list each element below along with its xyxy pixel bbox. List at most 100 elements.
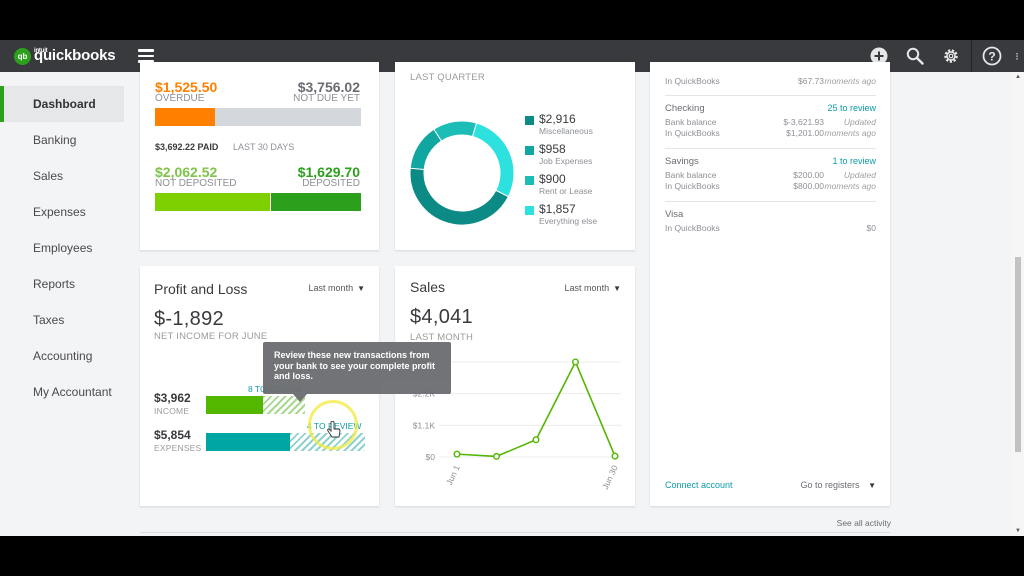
expenses-card[interactable]: LAST QUARTER $2,916 Miscellaneous $958 Job …	[395, 62, 635, 250]
sidebar-item-expenses[interactable]: Expenses	[0, 194, 138, 230]
legend-swatch	[525, 146, 534, 155]
deposited-bar[interactable]	[271, 193, 361, 211]
sidebar-item-taxes[interactable]: Taxes	[0, 302, 138, 338]
bank-row-top: In QuickBooks $67.73 moments ago	[665, 76, 876, 86]
savings-bank-balance: Bank balance $200.00 Updated	[665, 170, 876, 180]
legend-value: $958	[539, 142, 566, 156]
sales-point-0[interactable]	[453, 450, 461, 458]
page-scrollbar[interactable]: ▲ ▼	[1012, 72, 1024, 536]
legend-swatch	[525, 116, 534, 125]
help-icon: ?	[982, 46, 1002, 66]
hand-cursor-icon	[327, 421, 341, 438]
hamburger-menu-icon[interactable]	[138, 49, 154, 63]
scrollbar-thumb[interactable]	[1015, 257, 1021, 452]
sales-amount: $4,041	[410, 306, 473, 328]
legend-swatch	[525, 176, 534, 185]
search-button[interactable]	[897, 40, 933, 72]
scroll-down-arrow-icon[interactable]: ▼	[1015, 528, 1021, 534]
bank-accounts-card: In QuickBooks $67.73 moments ago Checkin…	[650, 62, 890, 506]
expenses-label: EXPENSES	[154, 443, 202, 453]
not-due-bar[interactable]	[215, 108, 361, 126]
legend-label: Job Expenses	[539, 156, 593, 166]
sidebar-item-accounting[interactable]: Accounting	[0, 338, 138, 374]
svg-text:?: ?	[988, 50, 995, 64]
not-due-label: NOT DUE YET	[293, 93, 360, 104]
legend-label: Miscellaneous	[539, 126, 593, 136]
expenses-donut-chart	[409, 120, 515, 226]
sales-point-4[interactable]	[611, 452, 619, 460]
sales-point-2[interactable]	[532, 436, 540, 444]
legend-value: $1,857	[539, 202, 576, 216]
x-tick-label: Jun 1	[444, 463, 462, 486]
expenses-bar[interactable]	[206, 433, 290, 451]
see-all-activity-link[interactable]: See all activity	[837, 518, 891, 528]
sales-point-1[interactable]	[492, 452, 500, 460]
not-deposited-bar[interactable]	[155, 193, 270, 211]
legend-label: Everything else	[539, 216, 598, 226]
checking-bank-balance: Bank balance $-3,621.93 Updated	[665, 117, 876, 127]
gear-icon	[944, 49, 958, 63]
visa-account-name[interactable]: Visa	[665, 209, 683, 220]
sidebar-item-my-accountant[interactable]: My Accountant	[0, 374, 138, 410]
more-icon[interactable]: ⁝	[1010, 40, 1024, 72]
profit-loss-period-dropdown[interactable]: Last month ▼	[309, 283, 365, 293]
sidebar-item-reports[interactable]: Reports	[0, 266, 138, 302]
y-tick-label: $0	[426, 452, 436, 462]
profit-loss-title: Profit and Loss	[154, 281, 248, 297]
not-deposited-label: NOT DEPOSITED	[155, 178, 237, 189]
letterbox-top	[0, 0, 1024, 40]
donut-slice-miscellaneous[interactable]	[409, 167, 510, 226]
savings-qb-balance: In QuickBooks $800.00 moments ago	[665, 181, 876, 191]
header-divider	[971, 40, 972, 72]
caret-down-icon: ▼	[868, 481, 876, 490]
review-tooltip: Review these new transactions from your …	[263, 342, 451, 402]
visa-qb-balance: In QuickBooks $0	[665, 223, 876, 233]
net-income-caption: NET INCOME FOR JUNE	[154, 331, 268, 342]
letterbox-bottom	[0, 536, 1024, 576]
settings-button[interactable]	[933, 40, 969, 72]
scroll-up-arrow-icon[interactable]: ▲	[1015, 74, 1021, 80]
savings-account-name[interactable]: Savings	[665, 156, 699, 167]
intuit-label: intuit	[34, 48, 48, 54]
checking-review-link[interactable]: 25 to review	[827, 103, 876, 113]
sales-period-dropdown[interactable]: Last month ▼	[565, 283, 621, 293]
legend-label: Rent or Lease	[539, 186, 593, 196]
donut-slice-job-expenses[interactable]	[409, 128, 443, 171]
checking-qb-balance: In QuickBooks $1,201.00 moments ago	[665, 128, 876, 138]
quickbooks-app: qb intuit quickbooks ? ⁝ Dashboard Banki…	[0, 40, 1024, 536]
sidebar-item-banking[interactable]: Banking	[0, 122, 138, 158]
sales-title: Sales	[410, 279, 446, 295]
sidebar-item-employees[interactable]: Employees	[0, 230, 138, 266]
overdue-label: OVERDUE	[155, 93, 205, 104]
activity-divider	[140, 532, 890, 533]
help-button[interactable]: ?	[974, 40, 1010, 72]
x-tick-label: Jun 30	[600, 463, 620, 491]
quickbooks-logo[interactable]: qb intuit quickbooks	[14, 47, 116, 65]
go-to-registers-dropdown[interactable]: Go to registers ▼	[801, 480, 876, 490]
expenses-period-caption: LAST QUARTER	[410, 72, 485, 83]
sidebar: Dashboard Banking Sales Expenses Employe…	[0, 72, 138, 536]
paid-period: LAST 30 DAYS	[233, 142, 295, 152]
legend-swatch	[525, 206, 534, 215]
sidebar-item-dashboard[interactable]: Dashboard	[0, 86, 124, 122]
sidebar-item-sales[interactable]: Sales	[0, 158, 138, 194]
connect-account-link[interactable]: Connect account	[665, 480, 733, 490]
overdue-bar[interactable]	[155, 108, 215, 126]
expenses-amount: $5,854	[154, 428, 191, 442]
donut-slice-everything-else[interactable]	[471, 122, 515, 198]
qb-logo-icon: qb	[14, 47, 31, 65]
net-income-amount: $-1,892	[154, 308, 224, 330]
search-icon	[906, 47, 924, 65]
savings-review-link[interactable]: 1 to review	[832, 156, 876, 166]
legend-value: $2,916	[539, 112, 576, 126]
income-bar[interactable]	[206, 396, 263, 414]
invoices-card[interactable]: $1,525.50 OVERDUE $3,756.02 NOT DUE YET …	[140, 62, 379, 250]
donut-slice-rent-or-lease[interactable]	[433, 120, 478, 142]
income-amount: $3,962	[154, 391, 191, 405]
sales-point-3[interactable]	[571, 358, 579, 366]
y-tick-label: $1.1K	[413, 420, 436, 430]
income-label: INCOME	[154, 406, 190, 416]
caret-down-icon: ▼	[357, 284, 365, 293]
checking-account-name[interactable]: Checking	[665, 103, 705, 114]
caret-down-icon: ▼	[613, 284, 621, 293]
